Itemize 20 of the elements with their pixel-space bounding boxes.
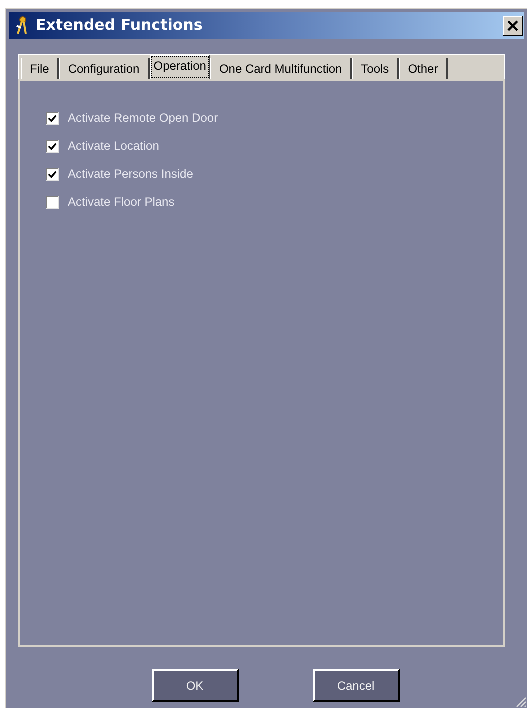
checkbox-label: Activate Remote Open Door (68, 110, 218, 127)
window-title: Extended Functions (36, 15, 203, 36)
checkbox[interactable] (46, 112, 59, 124)
checkbox-label: Activate Persons Inside (68, 166, 194, 183)
dialog-button[interactable]: Cancel (312, 669, 400, 702)
keys-icon (14, 16, 30, 36)
tab[interactable]: Tools (352, 58, 400, 79)
tab[interactable]: One Card Multifunction (210, 58, 352, 79)
checkbox-label: Activate Floor Plans (68, 194, 175, 211)
checkbox-label: Activate Location (68, 138, 160, 155)
close-icon[interactable] (503, 16, 523, 36)
tab[interactable]: Other (399, 58, 448, 79)
dialog-button[interactable]: OK (152, 669, 238, 702)
checkbox[interactable] (46, 140, 59, 152)
tab[interactable]: File (21, 58, 60, 79)
checkbox[interactable] (46, 168, 59, 180)
resize-grip-icon[interactable] (515, 696, 527, 708)
tab[interactable]: Operation (150, 55, 210, 79)
tab[interactable]: Configuration (59, 58, 150, 79)
checkbox[interactable] (46, 196, 59, 208)
